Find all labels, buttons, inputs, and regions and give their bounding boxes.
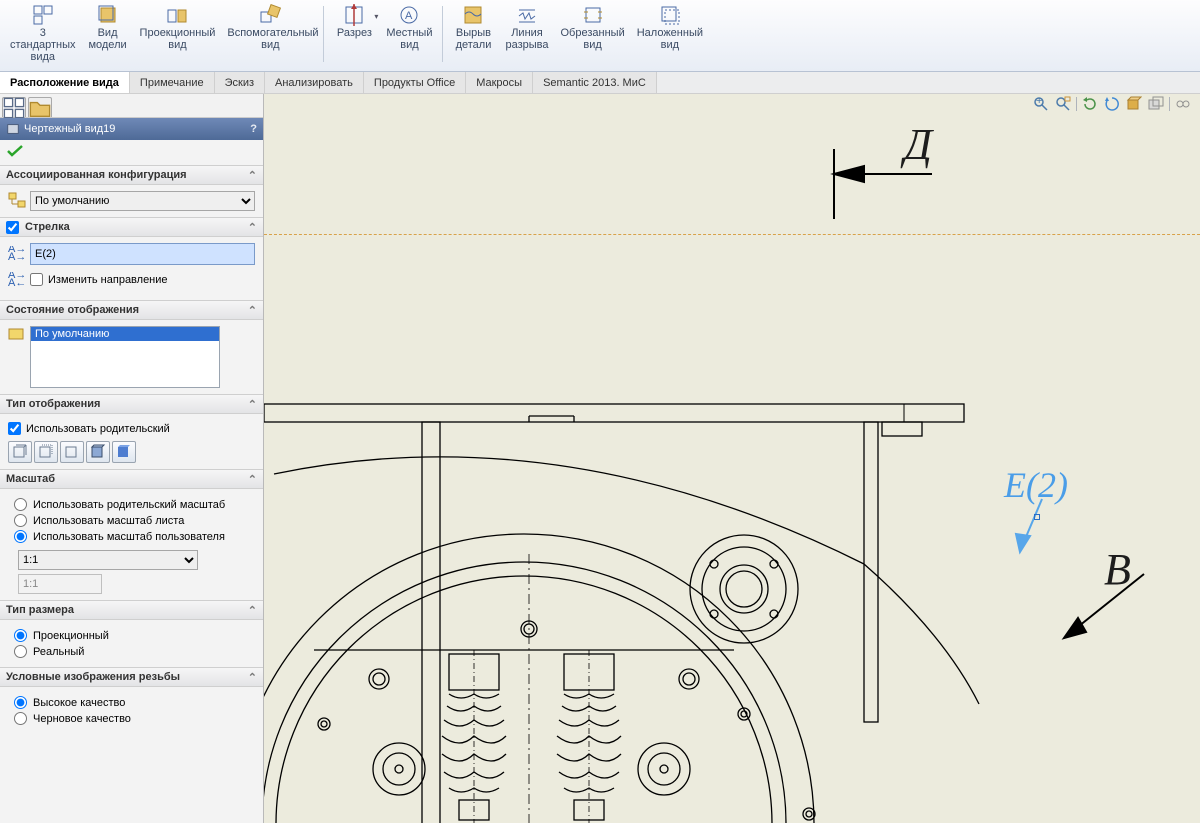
help-icon[interactable]: ? — [250, 123, 257, 135]
panel-tab-tree[interactable] — [2, 97, 26, 117]
arrow-label-icon: A→A→ — [8, 246, 26, 262]
ribbon-broken-out-button[interactable]: Вырывдетали — [447, 2, 499, 53]
tab-0[interactable]: Расположение вида — [0, 72, 130, 93]
panel-title-bar: Чертежный вид19 ? — [0, 118, 263, 140]
scale-select[interactable]: 1:1 — [18, 550, 198, 570]
thread-radio-1[interactable] — [14, 712, 27, 725]
scale-text-input — [18, 574, 102, 594]
tab-4[interactable]: Продукты Office — [364, 72, 466, 93]
model-view-icon — [96, 4, 120, 26]
broken-out-icon — [461, 4, 485, 26]
group-arrow-header[interactable]: Стрелка⌃ — [0, 217, 263, 237]
property-panel: Чертежный вид19 ? Ассоциированная конфиг… — [0, 94, 264, 823]
ribbon-toolbar: 3стандартныхвидаВидмоделиПроекционныйвид… — [0, 0, 1200, 72]
tab-6[interactable]: Semantic 2013. МиС — [533, 72, 657, 93]
ribbon-proj-view-button[interactable]: Проекционныйвид — [134, 2, 222, 53]
scale-radio-0[interactable] — [14, 498, 27, 511]
arrow-label-input[interactable] — [30, 243, 255, 265]
display-state-item[interactable]: По умолчанию — [31, 327, 219, 341]
ribbon-crop-view-button[interactable]: Обрезанныйвид — [555, 2, 631, 53]
panel-tab-row — [0, 94, 263, 118]
group-scale-header[interactable]: Масштаб⌃ — [0, 469, 263, 489]
annotation-b: В — [1104, 544, 1131, 595]
svg-text:A←: A← — [8, 277, 26, 288]
display-state-list[interactable]: По умолчанию — [30, 326, 220, 388]
proj-view-icon — [165, 4, 189, 26]
technical-drawing — [264, 94, 1200, 823]
ribbon-detail-view-button[interactable]: AМестныйвид — [380, 2, 438, 53]
group-thread-header[interactable]: Условные изображения резьбы⌃ — [0, 667, 263, 687]
aux-view-icon — [258, 4, 282, 26]
arrow-dir-icon: A→A← — [8, 272, 26, 288]
style-shaded-edges-button[interactable] — [86, 441, 110, 463]
scale-radio-1[interactable] — [14, 514, 27, 527]
display-state-icon — [8, 326, 26, 388]
crop-view-icon — [581, 4, 605, 26]
tab-5[interactable]: Макросы — [466, 72, 533, 93]
chevron-up-icon: ⌃ — [248, 473, 257, 486]
tab-2[interactable]: Эскиз — [215, 72, 265, 93]
detail-view-icon: A — [397, 4, 421, 26]
chevron-up-icon: ⌃ — [248, 398, 257, 411]
chevron-up-icon: ⌃ — [248, 169, 257, 182]
panel-tab-folder[interactable] — [28, 97, 52, 117]
panel-title-text: Чертежный вид19 — [24, 123, 115, 135]
svg-text:A: A — [405, 10, 413, 22]
chevron-up-icon: ⌃ — [248, 604, 257, 617]
display-style-buttons — [8, 441, 255, 463]
ribbon-alt-view-button[interactable]: Наложенныйвид — [631, 2, 709, 53]
drawing-canvas[interactable]: + — [264, 94, 1200, 823]
ribbon-model-view-button[interactable]: Видмодели — [82, 2, 134, 53]
tab-1[interactable]: Примечание — [130, 72, 215, 93]
ribbon-break-line-button[interactable]: Линияразрыва — [499, 2, 554, 53]
group-config-header[interactable]: Ассоциированная конфигурация⌃ — [0, 165, 263, 185]
annotation-e2[interactable]: Е(2) — [1004, 464, 1068, 506]
dimtype-radio-1[interactable] — [14, 645, 27, 658]
group-disptype-header[interactable]: Тип отображения⌃ — [0, 394, 263, 414]
chevron-up-icon: ⌃ — [248, 671, 257, 684]
style-shaded-button[interactable] — [112, 441, 136, 463]
config-icon — [8, 192, 26, 211]
use-parent-style-checkbox[interactable] — [8, 422, 21, 435]
style-hlr-button[interactable] — [60, 441, 84, 463]
arrow-enable-checkbox[interactable] — [6, 221, 19, 234]
views-3-icon — [31, 4, 55, 26]
chevron-up-icon: ⌃ — [248, 304, 257, 317]
ok-button[interactable] — [0, 140, 263, 165]
scale-radio-2[interactable] — [14, 530, 27, 543]
style-wireframe-button[interactable] — [8, 441, 32, 463]
section-view-icon — [342, 4, 366, 26]
annotation-handle[interactable] — [1034, 514, 1040, 520]
thread-radio-0[interactable] — [14, 696, 27, 709]
group-dimtype-header[interactable]: Тип размера⌃ — [0, 600, 263, 620]
ribbon-section-view-button[interactable]: Разрез▾ — [328, 2, 380, 41]
dimtype-radio-0[interactable] — [14, 629, 27, 642]
style-hlv-button[interactable] — [34, 441, 58, 463]
ribbon-views-3-button[interactable]: 3стандартныхвида — [4, 2, 82, 65]
chevron-up-icon: ⌃ — [248, 221, 257, 234]
ribbon-aux-view-button[interactable]: Вспомогательныйвид — [221, 2, 319, 53]
document-tabs: Расположение видаПримечаниеЭскизАнализир… — [0, 72, 1200, 94]
break-line-icon — [515, 4, 539, 26]
annotation-d: Д — [904, 119, 932, 170]
change-direction-checkbox[interactable] — [30, 273, 43, 286]
alt-view-icon — [658, 4, 682, 26]
group-dispstate-header[interactable]: Состояние отображения⌃ — [0, 300, 263, 320]
dropdown-arrow-icon: ▾ — [374, 12, 378, 21]
config-select[interactable]: По умолчанию — [30, 191, 255, 211]
svg-text:A→: A→ — [8, 251, 26, 262]
tab-3[interactable]: Анализировать — [265, 72, 364, 93]
